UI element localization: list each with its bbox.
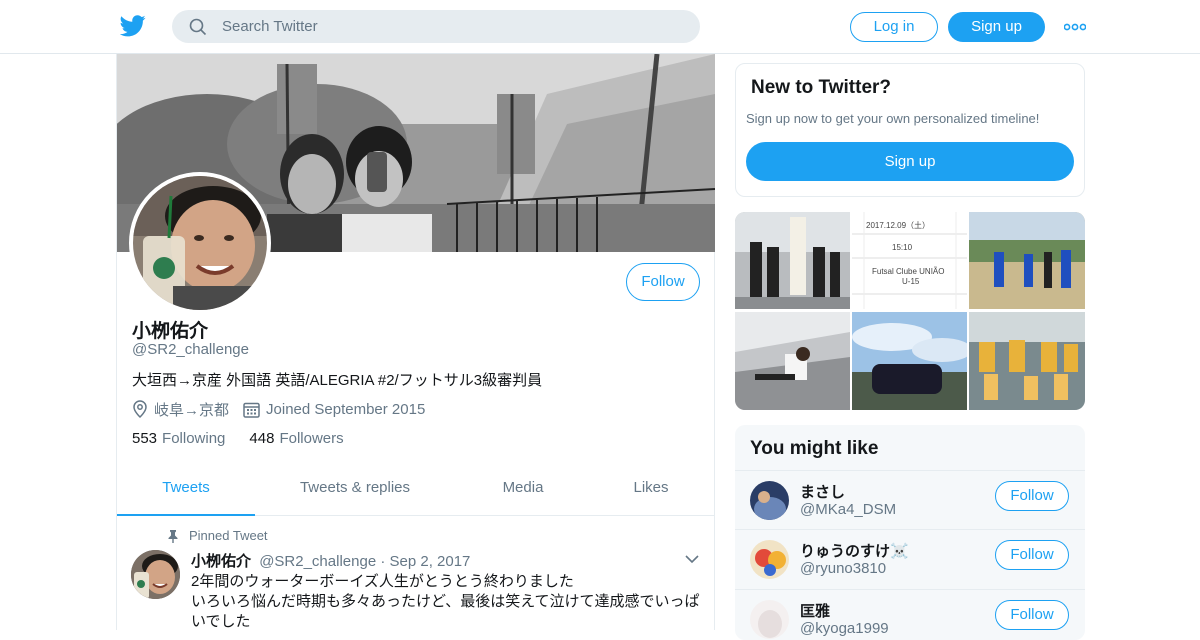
media-thumbnail[interactable] (735, 312, 850, 410)
tweet-date[interactable]: Sep 2, 2017 (390, 553, 471, 570)
you-might-like-title: You might like (750, 438, 879, 459)
media-thumbnail[interactable] (969, 212, 1085, 309)
new-to-twitter-title: New to Twitter? (751, 77, 892, 98)
search-bar (172, 10, 700, 43)
tweet-author-name[interactable]: 小栁佑介 (191, 553, 251, 570)
profile-joined-date: Joined September 2015 (266, 400, 426, 418)
profile-meta: 岐阜→京都 Joined September 2015 (132, 399, 425, 419)
suggested-user-avatar[interactable] (750, 540, 789, 579)
follow-button[interactable]: Follow (626, 263, 700, 301)
new-to-twitter-subtitle: Sign up now to get your own personalized… (746, 111, 1040, 126)
new-to-twitter-card: New to Twitter? Sign up now to get your … (735, 63, 1085, 197)
suggested-user-name[interactable]: 匡雅 (800, 600, 830, 621)
calendar-icon (243, 402, 260, 418)
following-count: 553 (132, 430, 158, 447)
login-button[interactable]: Log in (850, 12, 938, 42)
tweet-text-line: 2年間のウォーターボーイズ人生がとうとう終わりました (191, 573, 574, 590)
profile-handle: @SR2_challenge (132, 341, 249, 358)
suggested-user-handle[interactable]: @kyoga1999 (800, 620, 889, 637)
profile-stats: 553 Following 448 Followers (132, 430, 368, 447)
more-options-icon[interactable] (1064, 23, 1086, 31)
tweet-author-avatar[interactable] (131, 550, 180, 599)
signup-button-sidebar[interactable]: Sign up (746, 142, 1074, 181)
suggested-user-name[interactable]: まさし (800, 481, 845, 502)
signup-button[interactable]: Sign up (948, 12, 1045, 42)
tab-likes[interactable]: Likes (617, 465, 685, 516)
media-thumbnail[interactable] (735, 212, 850, 309)
suggested-user-handle[interactable]: @ryuno3810 (800, 560, 886, 577)
pin-icon (168, 529, 178, 543)
pinned-tweet-label: Pinned Tweet (189, 528, 268, 543)
tweet-text: 2年間のウォーターボーイズ人生がとうとう終わりました いろいろ悩んだ時期も多々あ… (191, 572, 701, 632)
follow-button[interactable]: Follow (995, 481, 1069, 511)
profile-name: 小栁佑介 (132, 321, 209, 342)
suggested-user-handle[interactable]: @MKa4_DSM (800, 501, 896, 518)
media-text-date: 2017.12.09（土） (866, 220, 930, 230)
suggested-user[interactable]: 匡雅 @kyoga1999 Follow (735, 589, 1085, 640)
media-text-time: 15:10 (892, 243, 913, 252)
profile-column: Follow 小栁佑介 @SR2_challenge 大垣西→京産 外国語 英語… (116, 54, 715, 630)
location-pin-icon (133, 400, 147, 418)
profile-avatar[interactable] (129, 172, 271, 314)
media-text-team-2: U-15 (902, 277, 920, 286)
tweet-text-line: いろいろ悩んだ時期も多々あったけど、最後は笑えて泣けて達成感でいっぱいでした (191, 593, 700, 630)
media-text-team: Futsal Clube UNIÃO (872, 267, 944, 276)
you-might-like-panel: You might like まさし @MKa4_DSM Follow りゅうの… (735, 425, 1085, 640)
followers-count: 448 (249, 430, 275, 447)
followers-stat[interactable]: 448 Followers (249, 430, 343, 447)
tab-tweets[interactable]: Tweets (117, 465, 255, 516)
suggested-user-avatar[interactable] (750, 600, 789, 639)
twitter-bird-icon[interactable] (120, 14, 146, 38)
follow-button[interactable]: Follow (995, 600, 1069, 630)
suggested-user-avatar[interactable] (750, 481, 789, 520)
media-thumbnail[interactable] (852, 312, 967, 410)
profile-bio: 大垣西→京産 外国語 英語/ALEGRIA #2/フットサル3級審判員 (132, 372, 543, 389)
top-navigation-bar: Log in Sign up (0, 0, 1200, 54)
media-thumbnail[interactable] (969, 312, 1085, 410)
photos-and-videos-grid: 2017.12.09（土） 15:10 Futsal Clube UNIÃO U… (735, 212, 1085, 410)
tweet-separator: · (380, 553, 386, 570)
suggested-user[interactable]: まさし @MKa4_DSM Follow (735, 470, 1085, 529)
profile-tabs: Tweets Tweets & replies Media Likes (117, 465, 715, 516)
suggested-user[interactable]: りゅうのすけ☠️ @ryuno3810 Follow (735, 529, 1085, 588)
follow-button[interactable]: Follow (995, 540, 1069, 570)
suggested-user-name[interactable]: りゅうのすけ☠️ (800, 540, 909, 561)
chevron-down-icon[interactable] (685, 554, 699, 564)
following-label: Following (162, 430, 226, 447)
tab-tweets-and-replies[interactable]: Tweets & replies (285, 465, 425, 516)
tab-media[interactable]: Media (483, 465, 563, 516)
pinned-tweet-indicator: Pinned Tweet (167, 528, 268, 543)
followers-label: Followers (279, 430, 344, 447)
following-stat[interactable]: 553 Following (132, 430, 225, 447)
search-input[interactable] (222, 10, 682, 43)
tweet-header: 小栁佑介 @SR2_challenge · Sep 2, 2017 (191, 550, 470, 571)
search-icon (189, 18, 207, 36)
media-thumbnail[interactable]: 2017.12.09（土） 15:10 Futsal Clube UNIÃO U… (852, 212, 967, 309)
profile-location: 岐阜→京都 (154, 401, 230, 419)
tweet-author-handle[interactable]: @SR2_challenge (259, 553, 376, 570)
